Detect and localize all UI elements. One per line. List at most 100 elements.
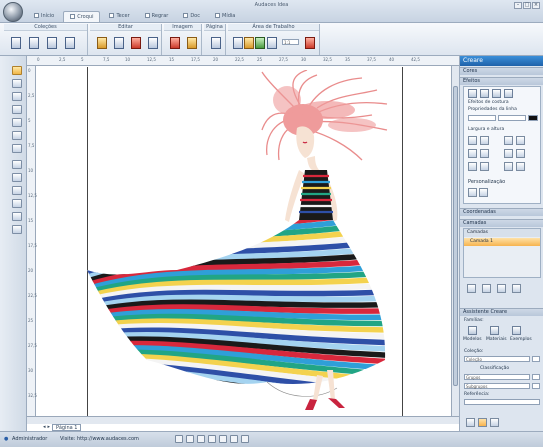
- grid-button[interactable]: [230, 34, 243, 49]
- grupos-browse-button[interactable]: [532, 374, 540, 380]
- image-button[interactable]: [167, 34, 180, 49]
- layer-up-icon[interactable]: [497, 284, 506, 293]
- zoom-fit-icon[interactable]: [197, 435, 205, 443]
- layer-copy-icon[interactable]: [482, 284, 491, 293]
- tab-croqui[interactable]: Croqui: [63, 11, 101, 22]
- colecao-browse-button[interactable]: [532, 356, 540, 362]
- effect-icon[interactable]: [504, 89, 513, 98]
- section-camadas[interactable]: Camadas: [460, 219, 543, 227]
- panel-tab-icon[interactable]: [478, 418, 487, 427]
- close-icon[interactable]: ×: [532, 2, 540, 9]
- scroll-thumb[interactable]: [453, 86, 458, 386]
- save-collection-button[interactable]: [44, 34, 57, 49]
- copy-button[interactable]: [111, 34, 124, 49]
- pen-tool-icon[interactable]: [12, 118, 22, 127]
- fashion-sketch-image[interactable]: [87, 70, 403, 413]
- open-collection-button[interactable]: [26, 34, 39, 49]
- zoom-out-icon[interactable]: [186, 435, 194, 443]
- height-icon[interactable]: [504, 136, 513, 145]
- height-icon[interactable]: [504, 149, 513, 158]
- width-icon[interactable]: [480, 149, 489, 158]
- fill-tool-icon[interactable]: [12, 173, 22, 182]
- section-assistente[interactable]: Assistente Creare: [460, 308, 543, 316]
- page-nav-icon[interactable]: ◂: [43, 424, 46, 431]
- export-collection-button[interactable]: [62, 34, 75, 49]
- width-icon[interactable]: [468, 149, 477, 158]
- guides-button[interactable]: [252, 34, 265, 49]
- width-icon[interactable]: [480, 136, 489, 145]
- section-coordenadas[interactable]: Coordenadas: [460, 208, 543, 216]
- text-tool-icon[interactable]: [12, 199, 22, 208]
- section-efeitos[interactable]: Efeitos: [460, 77, 543, 85]
- effect-icon[interactable]: [468, 89, 477, 98]
- referencia-field[interactable]: [464, 399, 540, 405]
- subgrupos-browse-button[interactable]: [532, 383, 540, 389]
- effect-icon[interactable]: [480, 89, 489, 98]
- line-color-select[interactable]: [528, 115, 538, 121]
- width-icon[interactable]: [468, 162, 477, 171]
- zoom-100-icon[interactable]: [241, 435, 249, 443]
- line-type-select[interactable]: [498, 115, 526, 121]
- eraser-tool-icon[interactable]: [12, 225, 22, 234]
- width-icon[interactable]: [480, 162, 489, 171]
- color-picker-tool-icon[interactable]: [12, 212, 22, 221]
- new-collection-button[interactable]: [8, 34, 21, 49]
- tab-inicio[interactable]: Início: [28, 11, 60, 22]
- tab-tecer[interactable]: Tecer: [103, 11, 135, 22]
- exemplos-icon[interactable]: [512, 326, 521, 335]
- ellipse-tool-icon[interactable]: [12, 186, 22, 195]
- tab-regrar[interactable]: Regrar: [139, 11, 175, 22]
- family-modelos[interactable]: Modelos: [463, 337, 482, 342]
- delete-button[interactable]: [145, 34, 158, 49]
- layer-item[interactable]: Camada 1: [464, 238, 540, 246]
- no-fill-button[interactable]: [302, 34, 315, 49]
- page-tab[interactable]: Página 1: [52, 424, 82, 431]
- page-nav-icon[interactable]: ▸: [48, 424, 51, 431]
- zoom-width-icon[interactable]: [219, 435, 227, 443]
- snap-button[interactable]: [264, 34, 277, 49]
- zoom-selection-icon[interactable]: [230, 435, 238, 443]
- tab-doc[interactable]: Doc: [177, 11, 206, 22]
- zoom-in-icon[interactable]: [175, 435, 183, 443]
- panel-tab-icon[interactable]: [466, 418, 475, 427]
- colecao-field[interactable]: Coleção: [464, 356, 530, 362]
- preset-icon[interactable]: [479, 188, 488, 197]
- layer-add-icon[interactable]: [467, 284, 476, 293]
- zoom-page-icon[interactable]: [208, 435, 216, 443]
- width-icon[interactable]: [468, 136, 477, 145]
- paste-button[interactable]: [94, 34, 107, 49]
- family-exemplos[interactable]: Exemplos: [510, 337, 532, 342]
- effect-icon[interactable]: [492, 89, 501, 98]
- height-icon[interactable]: [504, 162, 513, 171]
- height-icon[interactable]: [516, 162, 525, 171]
- rectangle-tool-icon[interactable]: [12, 160, 22, 169]
- preset-icon[interactable]: [468, 188, 477, 197]
- ruler-button[interactable]: [241, 34, 254, 49]
- hand-tool-icon[interactable]: [12, 92, 22, 101]
- maximize-icon[interactable]: □: [523, 2, 531, 9]
- zoom-tool-icon[interactable]: [12, 79, 22, 88]
- layer-down-icon[interactable]: [512, 284, 521, 293]
- subgrupos-select[interactable]: Subgrupos: [464, 383, 530, 389]
- materiais-icon[interactable]: [490, 326, 499, 335]
- height-icon[interactable]: [516, 149, 525, 158]
- select-tool-icon[interactable]: [12, 66, 22, 75]
- drawing-area[interactable]: 0 2,5 5 7,5 10 12,5 15 17,5 20 22,5 25 27,5 30 32,5 35…: [27, 56, 459, 431]
- section-cores[interactable]: Cores: [460, 67, 543, 75]
- modelos-icon[interactable]: [468, 326, 477, 335]
- height-icon[interactable]: [516, 136, 525, 145]
- line-tool-icon[interactable]: [12, 131, 22, 140]
- grupos-select[interactable]: Grupos: [464, 374, 530, 380]
- tab-midia[interactable]: Mídia: [209, 11, 241, 22]
- horizontal-scrollbar[interactable]: [27, 416, 459, 424]
- family-materiais[interactable]: Materiais: [486, 337, 507, 342]
- minimize-icon[interactable]: –: [514, 2, 522, 9]
- website-link[interactable]: Visite: http://www.audaces.com: [60, 436, 139, 442]
- edit-image-button[interactable]: [184, 34, 197, 49]
- page-setup-button[interactable]: [208, 34, 221, 49]
- line-style-select[interactable]: [468, 115, 496, 121]
- node-tool-icon[interactable]: [12, 105, 22, 114]
- vertical-scrollbar[interactable]: [451, 66, 459, 416]
- cut-button[interactable]: [128, 34, 141, 49]
- zoom-select[interactable]: 1:1: [282, 39, 299, 45]
